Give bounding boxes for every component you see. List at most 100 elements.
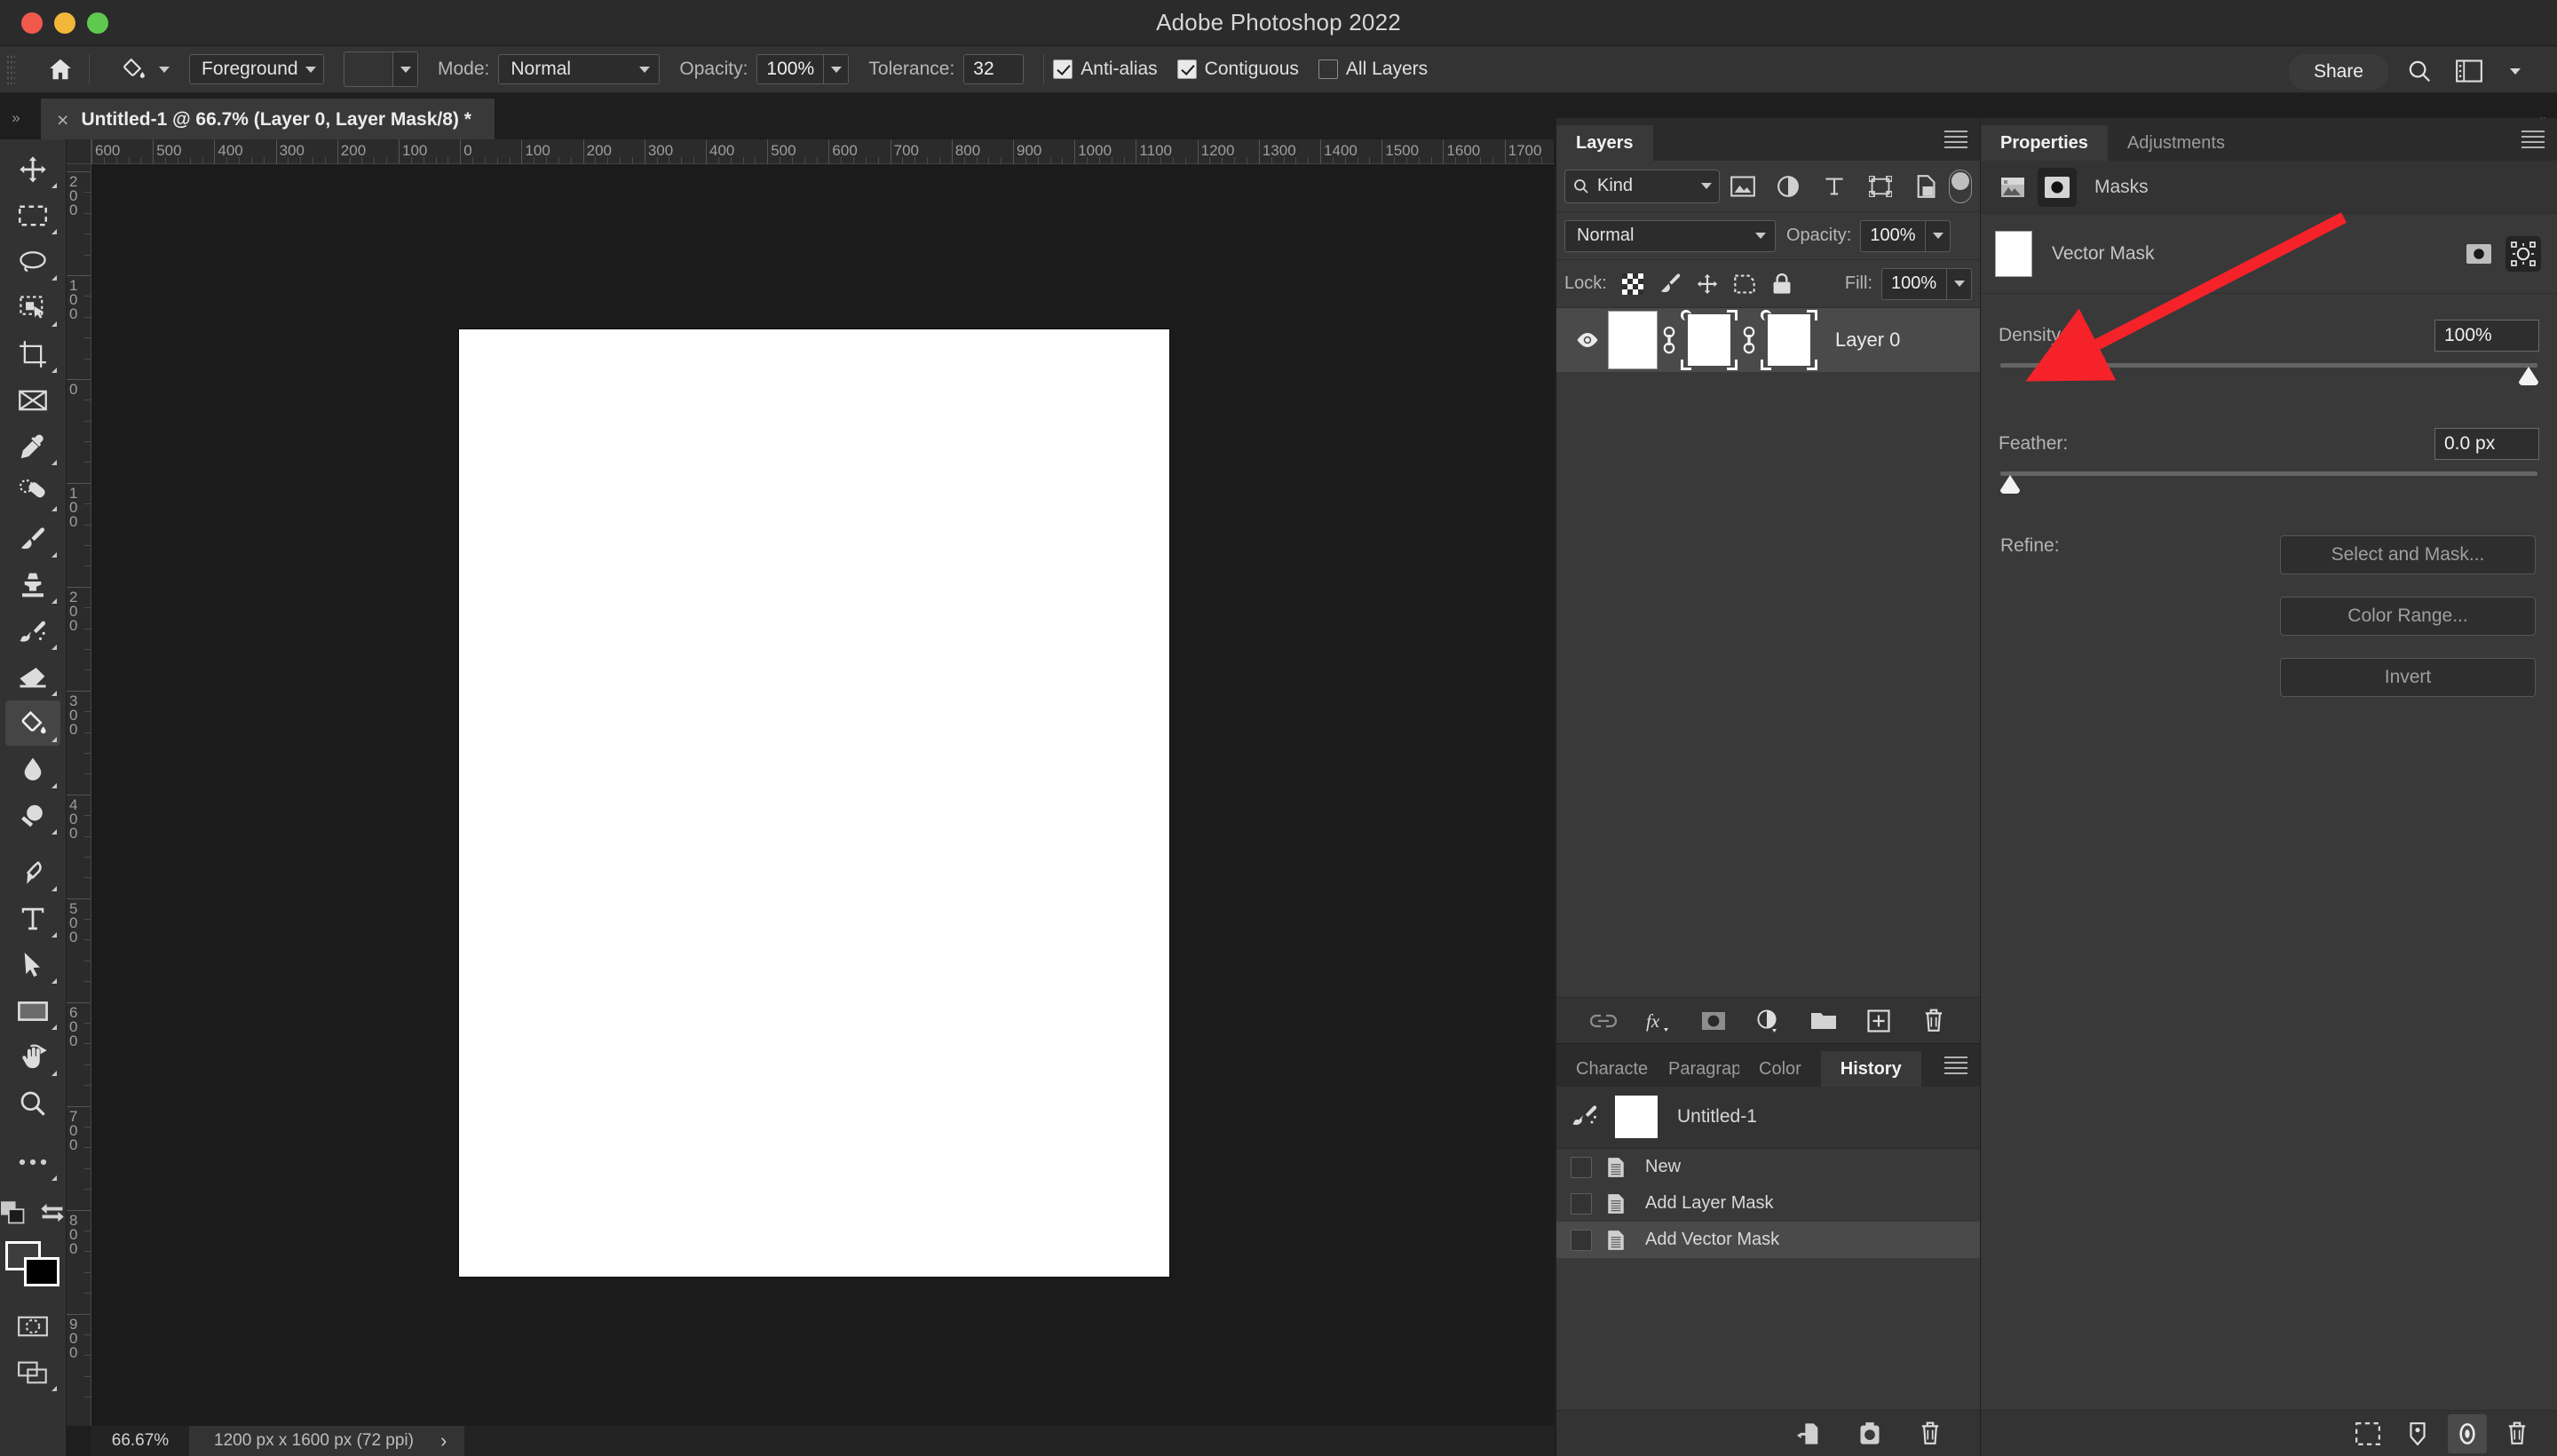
workspace-icon[interactable] <box>2454 56 2484 86</box>
history-brush-source-icon[interactable] <box>1571 1103 1610 1132</box>
tool-preset-picker[interactable] <box>115 51 170 88</box>
brush-tool[interactable] <box>5 516 60 561</box>
lock-image-pixels-icon[interactable] <box>1651 267 1689 301</box>
apply-mask-icon[interactable] <box>2398 1414 2437 1453</box>
add-layer-mask-icon[interactable] <box>1698 1006 1729 1036</box>
density-slider[interactable] <box>2000 356 2538 392</box>
tab-character[interactable]: Character <box>1556 1051 1649 1087</box>
document-dimensions[interactable]: 1200 px x 1600 px (72 ppi) › <box>189 1426 465 1456</box>
delete-state-icon[interactable] <box>1915 1419 1945 1449</box>
ruler-origin-corner[interactable] <box>67 139 91 164</box>
dodge-tool[interactable] <box>5 793 60 838</box>
close-icon[interactable]: × <box>57 108 68 132</box>
home-icon[interactable] <box>41 50 80 89</box>
history-brush-tool[interactable] <box>5 608 60 653</box>
screen-mode-icon[interactable] <box>5 1349 60 1395</box>
tab-adjustments[interactable]: Adjustments <box>2107 125 2244 161</box>
type-tool[interactable] <box>5 896 60 941</box>
rectangle-tool[interactable] <box>5 988 60 1033</box>
vector-mask-icon[interactable] <box>2038 167 2077 207</box>
contiguous-checkbox[interactable] <box>1176 59 1197 79</box>
list-item[interactable]: New <box>1556 1149 1980 1185</box>
edit-toolbar-more-icon[interactable] <box>5 1139 60 1184</box>
object-selection-tool[interactable] <box>5 285 60 330</box>
share-button[interactable]: Share <box>2288 54 2388 90</box>
layer-name[interactable]: Layer 0 <box>1835 328 1900 352</box>
layers-opacity-input[interactable]: 100% <box>1860 219 1927 252</box>
link-icon[interactable] <box>1738 325 1761 355</box>
blend-mode-select[interactable]: Normal <box>498 54 661 84</box>
search-icon[interactable] <box>2404 56 2434 86</box>
add-layer-style-fx-icon[interactable]: fx <box>1643 1006 1674 1036</box>
fill-source-select[interactable]: Foreground <box>189 54 324 84</box>
canvas-area[interactable] <box>91 164 1554 1426</box>
vector-mask-thumbnail[interactable] <box>1995 230 2032 277</box>
filter-toggle-switch[interactable] <box>1949 169 1972 203</box>
path-selection-tool[interactable] <box>5 942 60 987</box>
pattern-chevron-icon[interactable] <box>393 51 418 87</box>
delete-layer-icon[interactable] <box>1919 1006 1949 1036</box>
panel-menu-icon[interactable] <box>1944 1056 1967 1078</box>
paint-bucket-tool[interactable] <box>5 700 60 746</box>
pattern-picker[interactable] <box>344 51 418 87</box>
snapshot-thumbnail[interactable] <box>1615 1096 1658 1138</box>
color-range-button[interactable]: Color Range... <box>2280 597 2536 636</box>
pen-tool[interactable] <box>5 850 60 895</box>
tab-layers[interactable]: Layers <box>1556 125 1653 161</box>
history-state-checkbox[interactable] <box>1571 1229 1592 1251</box>
panel-menu-icon[interactable] <box>2521 131 2545 152</box>
layers-fill-input[interactable]: 100% <box>1881 267 1947 300</box>
link-icon[interactable] <box>1658 325 1681 355</box>
history-snapshot-row[interactable]: Untitled-1 <box>1556 1087 1980 1149</box>
all-layers-checkbox[interactable] <box>1318 59 1338 79</box>
feather-input[interactable]: 0.0 px <box>2434 428 2539 460</box>
layer-list[interactable]: Layer 0 <box>1556 308 1980 1001</box>
feather-slider[interactable] <box>2000 464 2537 500</box>
tolerance-input[interactable]: 32 <box>963 54 1025 84</box>
history-state-checkbox[interactable] <box>1571 1156 1592 1178</box>
panel-menu-icon[interactable] <box>1944 131 1967 152</box>
table-row[interactable]: Layer 0 <box>1556 308 1980 372</box>
create-document-from-state-icon[interactable] <box>1794 1419 1825 1449</box>
new-fill-adjustment-layer-icon[interactable] <box>1753 1006 1784 1036</box>
tool-preset-chevron-icon[interactable] <box>159 66 170 73</box>
select-and-mask-button[interactable]: Select and Mask... <box>2280 535 2536 574</box>
layer-blend-mode-select[interactable]: Normal <box>1564 219 1776 252</box>
chevron-down-icon[interactable] <box>2500 56 2530 86</box>
tab-paragraph[interactable]: Paragraph <box>1649 1051 1739 1087</box>
background-color-swatch[interactable] <box>24 1257 59 1286</box>
select-pixel-mask-icon[interactable] <box>2461 236 2497 272</box>
options-bar-grip[interactable] <box>6 54 15 84</box>
smart-object-filter-icon[interactable] <box>1903 169 1949 204</box>
lock-all-icon[interactable] <box>1763 267 1801 301</box>
document-artboard[interactable] <box>459 329 1169 1277</box>
pixel-layer-filter-icon[interactable] <box>1720 169 1766 204</box>
anti-alias-checkbox[interactable] <box>1053 59 1073 79</box>
pattern-swatch[interactable] <box>344 51 393 87</box>
create-snapshot-icon[interactable] <box>1855 1419 1885 1449</box>
toggle-mask-icon[interactable] <box>2448 1413 2487 1453</box>
blur-tool[interactable] <box>5 747 60 792</box>
lock-transparent-pixels-icon[interactable] <box>1614 267 1651 301</box>
layer-thumbnail[interactable] <box>1608 311 1658 369</box>
link-layers-icon[interactable] <box>1588 1006 1619 1036</box>
layer-filter-kind-select[interactable]: Kind <box>1564 169 1720 203</box>
eyedropper-tool[interactable] <box>5 423 60 469</box>
list-item[interactable]: Add Vector Mask <box>1556 1222 1980 1258</box>
layers-fill-chevron-icon[interactable] <box>1947 267 1972 300</box>
default-colors-icon[interactable] <box>1 1201 26 1229</box>
status-chevron-icon[interactable]: › <box>440 1429 447 1452</box>
lock-artboard-nesting-icon[interactable] <box>1726 267 1763 301</box>
opacity-input[interactable]: 100% <box>756 54 825 84</box>
pixel-mask-icon[interactable] <box>1993 168 2032 207</box>
load-selection-from-mask-icon[interactable] <box>2348 1414 2387 1453</box>
feather-slider-knob[interactable] <box>2000 475 2020 494</box>
zoom-level[interactable]: 66.67% <box>91 1431 189 1451</box>
list-item[interactable]: Add Layer Mask <box>1556 1185 1980 1222</box>
layer-mask-thumbnail[interactable] <box>1681 310 1738 370</box>
type-layer-filter-icon[interactable] <box>1811 169 1857 204</box>
adjustment-layer-filter-icon[interactable] <box>1766 169 1812 204</box>
document-tab[interactable]: × Untitled-1 @ 66.7% (Layer 0, Layer Mas… <box>41 99 495 139</box>
clone-stamp-tool[interactable] <box>5 562 60 607</box>
layers-opacity-chevron-icon[interactable] <box>1926 219 1951 252</box>
